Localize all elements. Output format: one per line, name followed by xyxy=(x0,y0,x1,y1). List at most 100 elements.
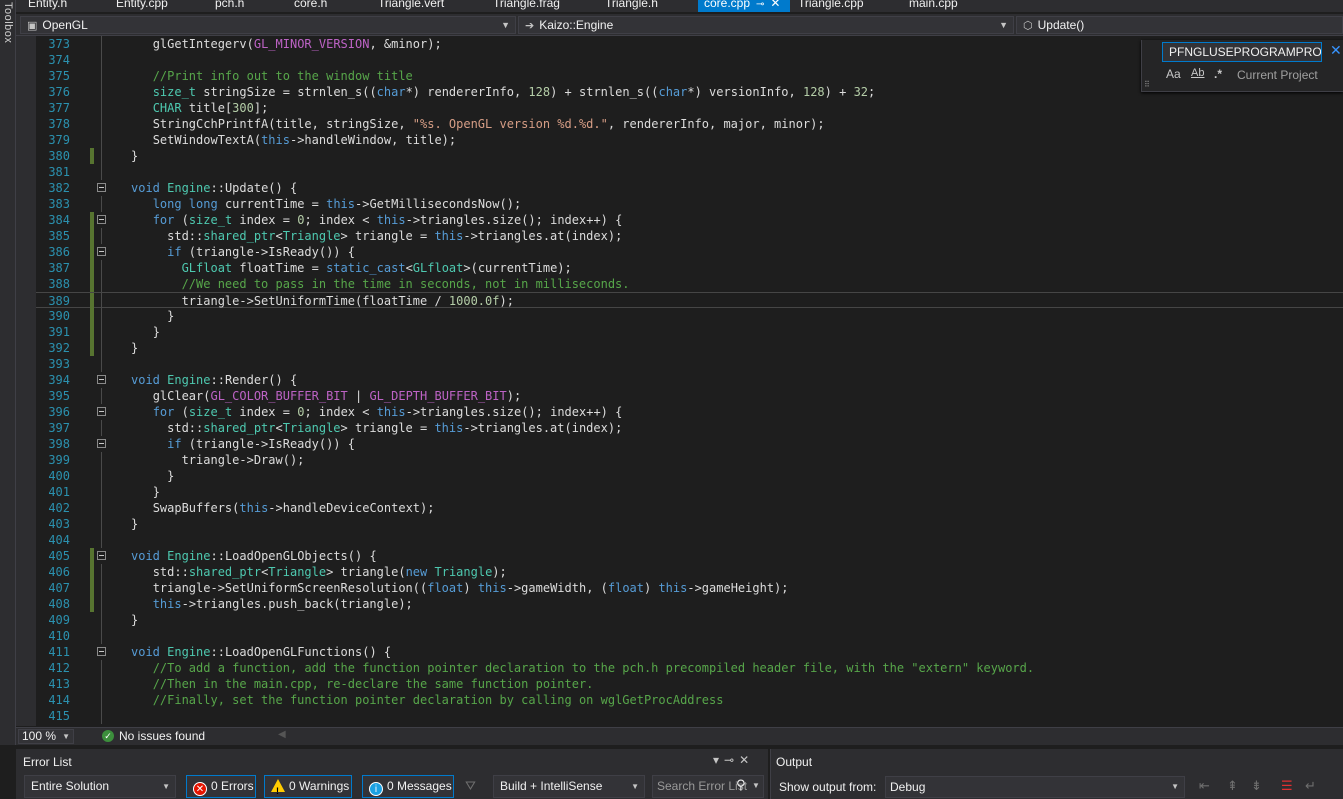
code-line[interactable]: 401 } xyxy=(36,484,1343,500)
tab-triangle-cpp[interactable]: Triangle.cpp xyxy=(792,0,864,12)
code-line[interactable]: 400 } xyxy=(36,468,1343,484)
word-wrap-icon[interactable]: ↵ xyxy=(1305,778,1316,794)
code-line[interactable]: 393 xyxy=(36,356,1343,372)
code-line[interactable]: 379 SetWindowTextA(this->handleWindow, t… xyxy=(36,132,1343,148)
tab-core-cpp[interactable]: core.cpp ⊸ ✕ xyxy=(698,0,790,12)
member-dropdown[interactable]: ⬡ Update() xyxy=(1016,16,1343,34)
close-icon[interactable]: ✕ xyxy=(739,753,754,767)
collapse-icon[interactable] xyxy=(97,407,106,416)
output-source-dropdown[interactable]: Debug ▼ xyxy=(885,776,1185,798)
project-dropdown[interactable]: ▣ OpenGL ▼ xyxy=(20,16,516,34)
error-list-title[interactable]: Error List xyxy=(23,755,72,769)
code-line[interactable]: 405 void Engine::LoadOpenGLObjects() { xyxy=(36,548,1343,564)
code-line[interactable]: 377 CHAR title[300]; xyxy=(36,100,1343,116)
pin-icon[interactable]: ⊸ xyxy=(724,753,739,767)
toolbox-tab-label[interactable]: Toolbox xyxy=(0,2,14,43)
code-line[interactable]: 410 xyxy=(36,628,1343,644)
code-line[interactable]: 407 triangle->SetUniformScreenResolution… xyxy=(36,580,1343,596)
collapse-icon[interactable] xyxy=(97,375,106,384)
chevron-down-icon[interactable]: ▼ xyxy=(752,781,760,790)
close-icon[interactable]: ✕ xyxy=(1330,42,1342,59)
collapse-icon[interactable] xyxy=(97,647,106,656)
code-line[interactable]: 395 glClear(GL_COLOR_BUFFER_BIT | GL_DEP… xyxy=(36,388,1343,404)
pin-icon[interactable]: ⊸ xyxy=(756,0,764,10)
errors-toggle[interactable]: ✕ 0 Errors xyxy=(186,775,256,798)
code-line[interactable]: 387 GLfloat floatTime = static_cast<GLfl… xyxy=(36,260,1343,276)
find-input[interactable]: PFNGLUSEPROGRAMPROC xyxy=(1162,42,1322,62)
code-line[interactable]: 383 long long currentTime = this->GetMil… xyxy=(36,196,1343,212)
indent-guide xyxy=(131,485,153,499)
collapse-icon[interactable] xyxy=(97,247,106,256)
build-filter-label: Build + IntelliSense xyxy=(500,779,603,793)
code-line[interactable]: 412 //To add a function, add the functio… xyxy=(36,660,1343,676)
outline-line xyxy=(101,484,102,500)
code-line[interactable]: 386 if (triangle->IsReady()) { xyxy=(36,244,1343,260)
code-line[interactable]: 390 } xyxy=(36,308,1343,324)
output-title[interactable]: Output xyxy=(776,755,812,769)
code-line[interactable]: 388 //We need to pass in the time in sec… xyxy=(36,276,1343,292)
close-icon[interactable]: ✕ xyxy=(770,0,780,10)
code-line[interactable]: 403} xyxy=(36,516,1343,532)
warnings-toggle[interactable]: ! 0 Warnings xyxy=(264,775,352,798)
code-token: < xyxy=(405,261,413,275)
next-message-icon[interactable]: ⇟ xyxy=(1251,778,1262,794)
scope-dropdown[interactable]: ➔ Kaizo::Engine ▼ xyxy=(518,16,1014,34)
find-message-icon[interactable]: ⇤ xyxy=(1199,778,1210,794)
match-case-icon[interactable]: Aa xyxy=(1166,67,1181,81)
code-line[interactable]: 402 SwapBuffers(this->handleDeviceContex… xyxy=(36,500,1343,516)
toolbox-sidebar[interactable]: Toolbox xyxy=(0,0,16,745)
collapse-icon[interactable] xyxy=(97,551,106,560)
code-line[interactable]: 391 } xyxy=(36,324,1343,340)
error-search-input[interactable]: Search Error List xyxy=(652,775,764,798)
resize-grip-icon[interactable]: ⠿ xyxy=(1144,80,1150,89)
search-icon[interactable]: ⚲ xyxy=(736,777,746,793)
code-line[interactable]: 411 void Engine::LoadOpenGLFunctions() { xyxy=(36,644,1343,660)
code-line[interactable]: 378 StringCchPrintfA(title, stringSize, … xyxy=(36,116,1343,132)
tab-triangle-frag[interactable]: Triangle.frag xyxy=(487,0,560,12)
code-line[interactable]: 385 std::shared_ptr<Triangle> triangle =… xyxy=(36,228,1343,244)
code-line[interactable]: 415 xyxy=(36,708,1343,724)
code-line[interactable]: 398 if (triangle->IsReady()) { xyxy=(36,436,1343,452)
code-line[interactable]: 384 for (size_t index = 0; index < this-… xyxy=(36,212,1343,228)
code-line[interactable]: 413 //Then in the main.cpp, re-declare t… xyxy=(36,676,1343,692)
regex-icon[interactable]: .* xyxy=(1214,67,1222,81)
messages-toggle[interactable]: i 0 Messages xyxy=(362,775,454,798)
code-line[interactable]: 396 for (size_t index = 0; index < this-… xyxy=(36,404,1343,420)
tab-core-h[interactable]: core.h xyxy=(288,0,327,12)
collapse-icon[interactable] xyxy=(97,439,106,448)
scroll-left-icon[interactable]: ◀ xyxy=(278,729,286,740)
code-line[interactable]: 399 triangle->Draw(); xyxy=(36,452,1343,468)
code-line[interactable]: 392} xyxy=(36,340,1343,356)
issues-status[interactable]: No issues found xyxy=(119,729,205,743)
tab-entity-h[interactable]: Entity.h xyxy=(22,0,67,12)
tab-pch-h[interactable]: pch.h xyxy=(209,0,244,12)
code-line[interactable]: 409} xyxy=(36,612,1343,628)
code-line[interactable]: 380} xyxy=(36,148,1343,164)
scope-filter-dropdown[interactable]: Entire Solution ▼ xyxy=(24,775,176,798)
chevron-down-icon[interactable]: ▾ xyxy=(713,753,724,767)
filter-icon[interactable]: ⛛ xyxy=(465,778,476,794)
code-line[interactable]: 397 std::shared_ptr<Triangle> triangle =… xyxy=(36,420,1343,436)
code-line[interactable]: 389 triangle->SetUniformTime(floatTime /… xyxy=(36,292,1343,309)
build-filter-dropdown[interactable]: Build + IntelliSense ▼ xyxy=(493,775,645,798)
code-line[interactable]: 406 std::shared_ptr<Triangle> triangle(n… xyxy=(36,564,1343,580)
code-line[interactable]: 404 xyxy=(36,532,1343,548)
zoom-dropdown[interactable]: 100 % ▼ xyxy=(18,729,74,744)
collapse-icon[interactable] xyxy=(97,183,106,192)
code-line[interactable]: 408 this->triangles.push_back(triangle); xyxy=(36,596,1343,612)
clear-all-icon[interactable]: ☰ xyxy=(1281,778,1293,794)
match-word-icon[interactable]: Ab xyxy=(1191,67,1204,79)
code-line[interactable]: 414 //Finally, set the function pointer … xyxy=(36,692,1343,708)
code-line[interactable]: 381 xyxy=(36,164,1343,180)
tab-main-cpp[interactable]: main.cpp xyxy=(903,0,958,12)
code-line[interactable]: 394 void Engine::Render() { xyxy=(36,372,1343,388)
tab-entity-cpp[interactable]: Entity.cpp xyxy=(110,0,168,12)
previous-message-icon[interactable]: ⇞ xyxy=(1227,778,1238,794)
find-scope-dropdown[interactable]: Current Project xyxy=(1237,68,1318,82)
collapse-icon[interactable] xyxy=(97,215,106,224)
tab-triangle-vert[interactable]: Triangle.vert xyxy=(372,0,444,12)
tab-triangle-h[interactable]: Triangle.h xyxy=(599,0,658,12)
code-editor[interactable]: 373 glGetIntegerv(GL_MINOR_VERSION, &min… xyxy=(16,36,1343,726)
code-line[interactable]: 382 void Engine::Update() { xyxy=(36,180,1343,196)
code-token: } xyxy=(131,517,139,531)
